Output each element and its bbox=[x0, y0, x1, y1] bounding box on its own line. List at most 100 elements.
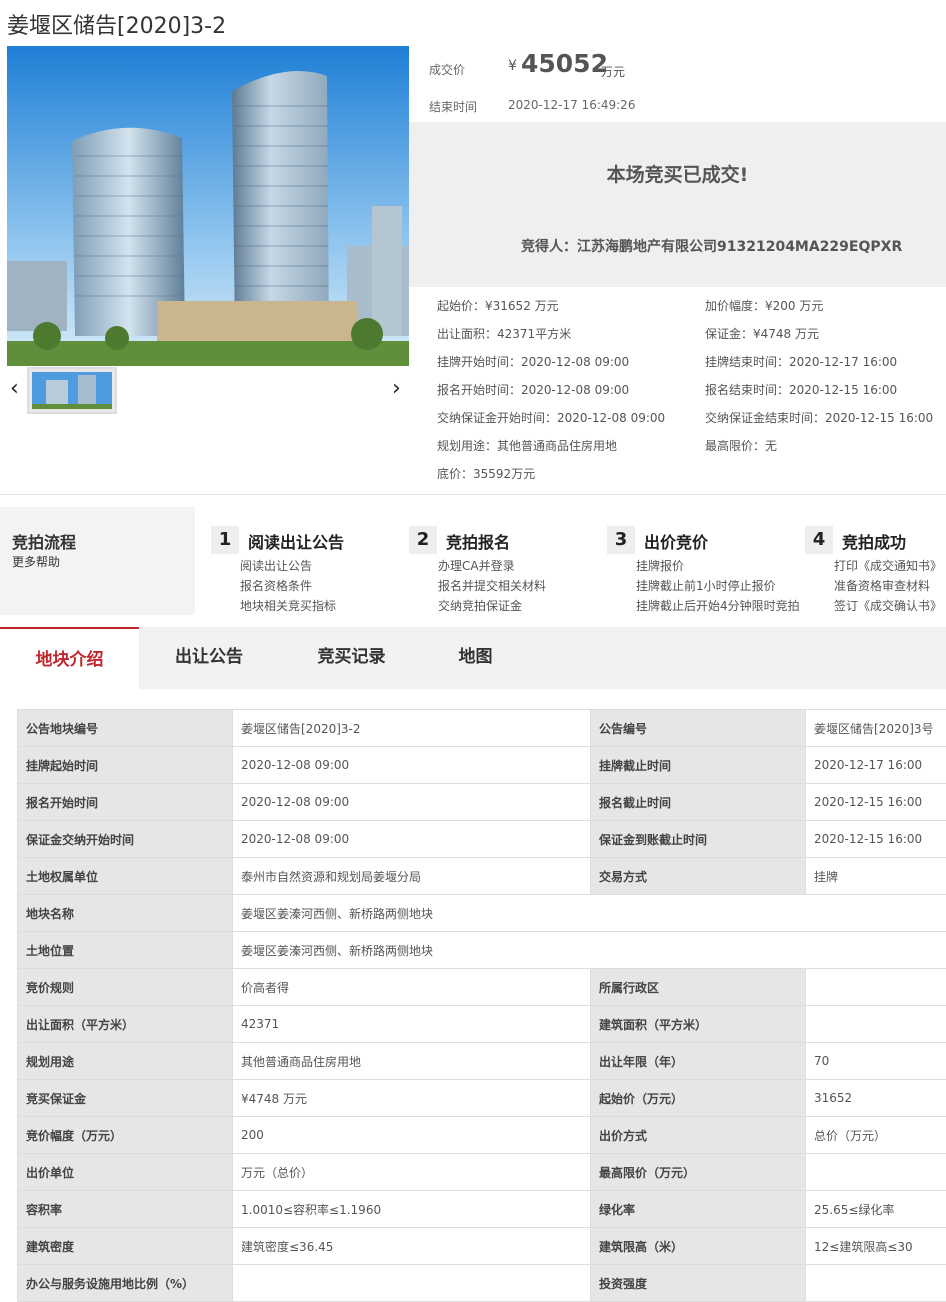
table-key-cell: 最高限价（万元） bbox=[590, 1153, 806, 1191]
table-key-cell: 办公与服务设施用地比例（%） bbox=[17, 1264, 233, 1302]
table-value-cell: 70 bbox=[805, 1042, 946, 1080]
table-value-cell: 31652 bbox=[805, 1079, 946, 1117]
image-thumbnail[interactable] bbox=[27, 367, 117, 414]
table-value-cell: ¥4748 万元 bbox=[232, 1079, 591, 1117]
table-key-cell: 保证金到账截止时间 bbox=[590, 820, 806, 858]
table-key-cell: 地块名称 bbox=[17, 894, 233, 932]
step-2-sub: 办理CA并登录 bbox=[438, 559, 515, 573]
info-start-price: 起始价：¥31652 万元 bbox=[437, 299, 559, 313]
table-value-cell: 姜堰区姜溱河西侧、新桥路两侧地块 bbox=[232, 931, 946, 969]
tab-notice[interactable]: 出让公告 bbox=[139, 627, 279, 689]
next-image-arrow-icon[interactable]: › bbox=[392, 378, 401, 400]
deal-price-amount: 45052 bbox=[521, 49, 608, 78]
info-listing-end: 挂牌结束时间：2020-12-17 16:00 bbox=[705, 355, 898, 369]
step-1-sub: 地块相关竞买指标 bbox=[240, 599, 337, 613]
step-2-sub: 交纳竞拍保证金 bbox=[438, 599, 523, 613]
table-key-cell: 投资强度 bbox=[590, 1264, 806, 1302]
table-value-cell: 25.65≤绿化率 bbox=[805, 1190, 946, 1228]
info-signup-start: 报名开始时间：2020-12-08 09:00 bbox=[437, 383, 630, 397]
table-row: 竞价幅度（万元） 200 出价方式 总价（万元） bbox=[17, 1116, 946, 1154]
info-deposit-start: 交纳保证金开始时间：2020-12-08 09:00 bbox=[437, 411, 666, 425]
info-land-use: 规划用途：其他普通商品住房用地 bbox=[437, 439, 618, 453]
prev-image-arrow-icon[interactable]: ‹ bbox=[10, 378, 19, 400]
price-panel: 成交价 ¥ 45052 万元 结束时间 2020-12-17 16:49:26 bbox=[409, 46, 946, 122]
tab-map[interactable]: 地图 bbox=[424, 627, 527, 689]
table-key-cell: 竞价幅度（万元） bbox=[17, 1116, 233, 1154]
more-help-link[interactable]: 更多帮助 bbox=[12, 553, 60, 570]
info-listing-start: 挂牌开始时间：2020-12-08 09:00 bbox=[437, 355, 630, 369]
table-value-cell bbox=[805, 968, 946, 1006]
table-key-cell: 土地位置 bbox=[17, 931, 233, 969]
step-3-number: 3 bbox=[607, 526, 635, 554]
table-row: 挂牌起始时间 2020-12-08 09:00 挂牌截止时间 2020-12-17 1… bbox=[17, 746, 946, 784]
info-reserve-price: 底价：35592万元 bbox=[437, 467, 536, 481]
deal-status: 本场竞买已成交! bbox=[606, 164, 749, 186]
table-row: 容积率 1.0010≤容积率≤1.1960 绿化率 25.65≤绿化率 bbox=[17, 1190, 946, 1228]
end-time-label: 结束时间 bbox=[429, 100, 478, 114]
table-row: 办公与服务设施用地比例（%） 投资强度 bbox=[17, 1264, 946, 1302]
step-4-sub: 签订《成交确认书》 bbox=[834, 599, 943, 613]
step-1-sub: 阅读出让公告 bbox=[240, 559, 313, 573]
table-value-cell: 12≤建筑限高≤30 bbox=[805, 1227, 946, 1265]
deal-price-unit: 万元 bbox=[601, 65, 626, 79]
table-key-cell: 报名开始时间 bbox=[17, 783, 233, 821]
page-title: 姜堰区储告[2020]3-2 bbox=[7, 14, 227, 39]
table-key-cell: 建筑密度 bbox=[17, 1227, 233, 1265]
table-row: 地块名称 姜堰区姜溱河西侧、新桥路两侧地块 bbox=[17, 894, 946, 932]
table-value-cell: 2020-12-08 09:00 bbox=[232, 820, 591, 858]
flow-header: 竞拍流程 更多帮助 bbox=[0, 507, 195, 615]
table-row: 土地位置 姜堰区姜溱河西侧、新桥路两侧地块 bbox=[17, 931, 946, 969]
table-key-cell: 建筑限高（米） bbox=[590, 1227, 806, 1265]
table-key-cell: 保证金交纳开始时间 bbox=[17, 820, 233, 858]
table-row: 出让面积（平方米） 42371 建筑面积（平方米） bbox=[17, 1005, 946, 1043]
winner-label: 竞得人： bbox=[521, 239, 577, 255]
step-1-number: 1 bbox=[211, 526, 239, 554]
table-key-cell: 出让面积（平方米） bbox=[17, 1005, 233, 1043]
step-3-sub: 挂牌截止后开始4分钟限时竞拍 bbox=[636, 599, 800, 613]
end-time-value: 2020-12-17 16:49:26 bbox=[508, 98, 636, 112]
table-value-cell: 万元（总价） bbox=[232, 1153, 591, 1191]
table-key-cell: 建筑面积（平方米） bbox=[590, 1005, 806, 1043]
currency-symbol: ¥ bbox=[508, 58, 517, 74]
table-row: 出价单位 万元（总价） 最高限价（万元） bbox=[17, 1153, 946, 1191]
step-4-number: 4 bbox=[805, 526, 833, 554]
tab-bar: 地块介绍 出让公告 竞买记录 地图 bbox=[0, 627, 946, 689]
table-value-cell: 姜堰区姜溱河西侧、新桥路两侧地块 bbox=[232, 894, 946, 932]
flow-steps: 1 阅读出让公告 阅读出让公告 报名资格条件 地块相关竞买指标 2 竞拍报名 办… bbox=[195, 507, 946, 615]
step-4-sub: 打印《成交通知书》 bbox=[834, 559, 943, 573]
info-deposit: 保证金：¥4748 万元 bbox=[705, 327, 820, 341]
table-value-cell: 挂牌 bbox=[805, 857, 946, 895]
table-row: 建筑密度 建筑密度≤36.45 建筑限高（米） 12≤建筑限高≤30 bbox=[17, 1227, 946, 1265]
table-row: 竞价规则 价高者得 所属行政区 bbox=[17, 968, 946, 1006]
table-value-cell: 2020-12-08 09:00 bbox=[232, 746, 591, 784]
table-value-cell: 2020-12-17 16:00 bbox=[805, 746, 946, 784]
table-key-cell: 容积率 bbox=[17, 1190, 233, 1228]
table-row: 土地权属单位 泰州市自然资源和规划局姜堰分局 交易方式 挂牌 bbox=[17, 857, 946, 895]
table-value-cell bbox=[805, 1153, 946, 1191]
table-key-cell: 报名截止时间 bbox=[590, 783, 806, 821]
tab-land-intro[interactable]: 地块介绍 bbox=[0, 627, 139, 689]
table-key-cell: 出价方式 bbox=[590, 1116, 806, 1154]
property-image[interactable] bbox=[7, 46, 409, 366]
table-key-cell: 规划用途 bbox=[17, 1042, 233, 1080]
table-key-cell: 挂牌截止时间 bbox=[590, 746, 806, 784]
table-value-cell: 2020-12-08 09:00 bbox=[232, 783, 591, 821]
info-signup-end: 报名结束时间：2020-12-15 16:00 bbox=[705, 383, 898, 397]
table-row: 规划用途 其他普通商品住房用地 出让年限（年） 70 bbox=[17, 1042, 946, 1080]
table-value-cell: 200 bbox=[232, 1116, 591, 1154]
step-2-sub: 报名并提交相关材料 bbox=[438, 579, 547, 593]
tab-bid-records[interactable]: 竞买记录 bbox=[279, 627, 424, 689]
table-value-cell: 2020-12-15 16:00 bbox=[805, 783, 946, 821]
table-key-cell: 绿化率 bbox=[590, 1190, 806, 1228]
info-deposit-end: 交纳保证金结束时间：2020-12-15 16:00 bbox=[705, 411, 934, 425]
table-value-cell bbox=[232, 1264, 591, 1302]
table-key-cell: 所属行政区 bbox=[590, 968, 806, 1006]
table-value-cell: 建筑密度≤36.45 bbox=[232, 1227, 591, 1265]
table-key-cell: 公告地块编号 bbox=[17, 709, 233, 747]
table-value-cell: 1.0010≤容积率≤1.1960 bbox=[232, 1190, 591, 1228]
step-1-title: 阅读出让公告 bbox=[248, 533, 345, 552]
land-detail-table: 公告地块编号 姜堰区储告[2020]3-2 公告编号 姜堰区储告[2020]3号 挂牌起… bbox=[17, 709, 946, 1302]
deal-result-box: 本场竞买已成交! 竞得人：江苏海鹏地产有限公司91321204MA229EQPX… bbox=[409, 122, 946, 287]
table-value-cell: 姜堰区储告[2020]3号 bbox=[805, 709, 946, 747]
step-3-sub: 挂牌截止前1小时停止报价 bbox=[636, 579, 776, 593]
